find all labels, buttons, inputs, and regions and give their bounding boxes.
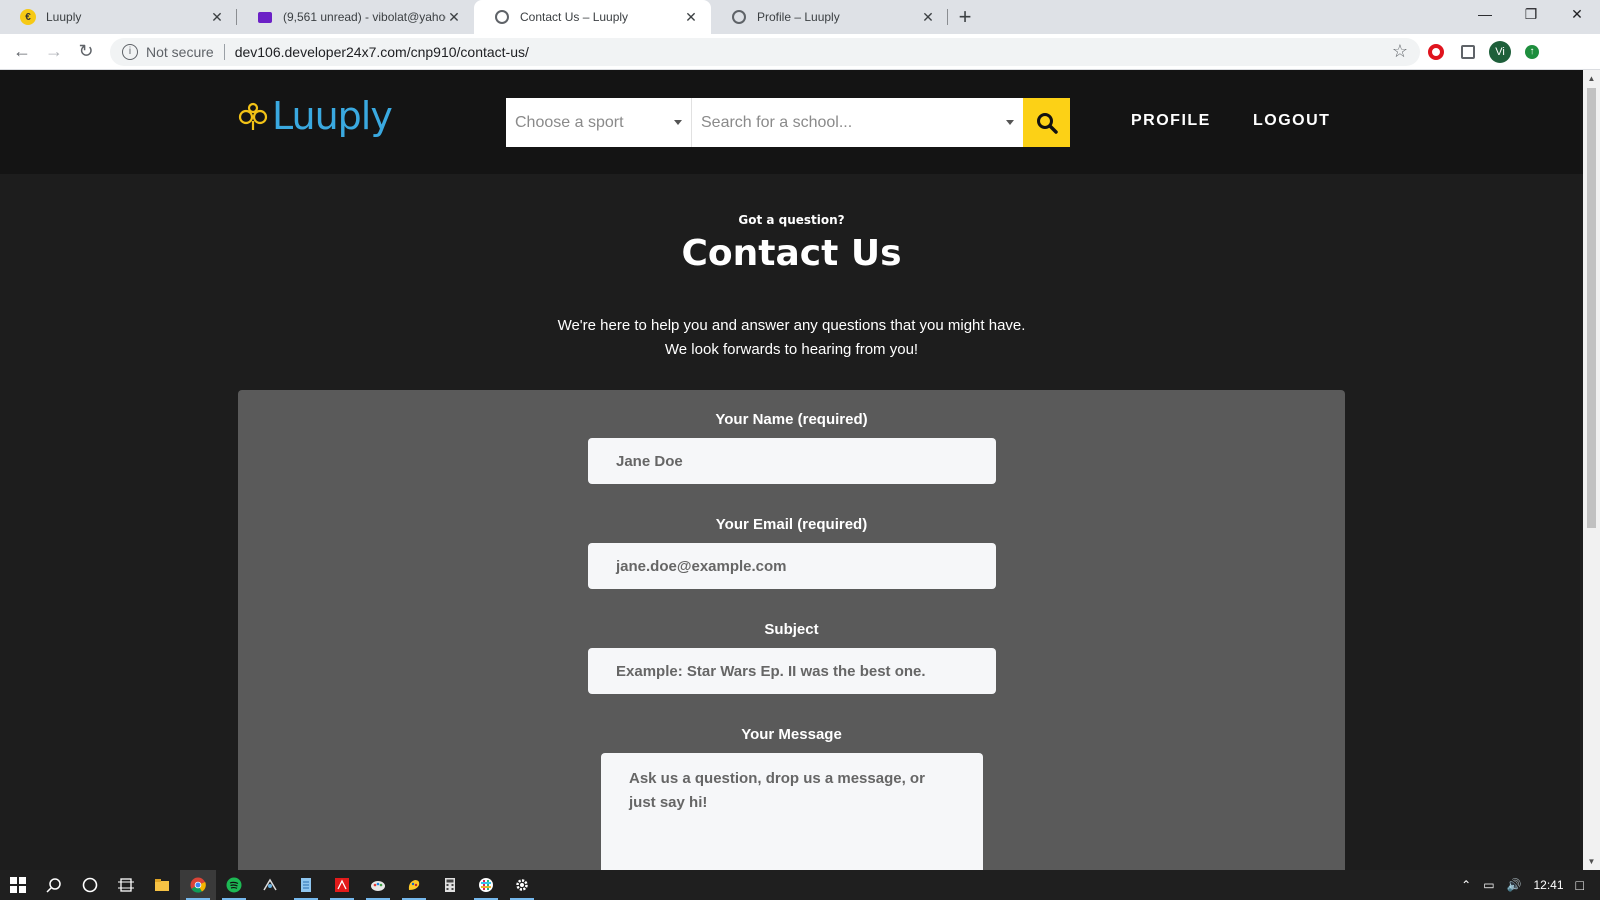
message-field[interactable]: Ask us a question, drop us a message, or… [601, 753, 983, 870]
browser-tab-strip: € Luuply ✕ (9,561 unread) - vibolat@yaho… [0, 0, 1600, 34]
window-controls: — ❐ ✕ [1462, 0, 1600, 30]
close-icon[interactable]: ✕ [446, 9, 462, 26]
bookmark-star-icon[interactable]: ☆ [1392, 41, 1408, 62]
close-icon[interactable]: ✕ [209, 9, 225, 26]
battery-icon[interactable]: ▭ [1477, 878, 1500, 892]
spotify-icon[interactable] [216, 870, 252, 900]
system-tray: ⌃ ▭ 🔊 12:41 □ [1455, 870, 1600, 900]
opera-extension-icon[interactable] [1420, 43, 1452, 60]
paint-icon[interactable] [360, 870, 396, 900]
search-button[interactable] [1023, 98, 1070, 147]
tab-contact-us[interactable]: Contact Us – Luuply ✕ [474, 0, 711, 34]
forward-arrow-icon[interactable]: → [38, 41, 70, 62]
message-label: Your Message [741, 726, 842, 743]
tab-mail[interactable]: (9,561 unread) - vibolat@yahoo.com ✕ [237, 0, 474, 34]
chevron-up-icon[interactable]: ⌃ [1455, 878, 1477, 892]
close-icon[interactable]: ✕ [683, 9, 699, 26]
browser-toolbar: ← → ↻ i Not secure dev106.developer24x7.… [0, 34, 1600, 70]
logo-knot-icon [238, 102, 268, 130]
contact-form: Your Name (required) Jane Doe Your Email… [238, 390, 1345, 870]
search-icon [1036, 112, 1058, 134]
mail-icon [257, 9, 273, 25]
security-label: Not secure [146, 43, 214, 60]
close-window-button[interactable]: ✕ [1554, 0, 1600, 30]
reload-icon[interactable]: ↻ [70, 41, 102, 62]
slack-icon[interactable] [468, 870, 504, 900]
acrobat-icon[interactable] [324, 870, 360, 900]
close-icon[interactable]: ✕ [920, 9, 936, 26]
volume-icon[interactable]: 🔊 [1501, 878, 1528, 892]
windows-start-icon[interactable] [0, 870, 36, 900]
sport-select-value: Choose a sport [515, 113, 624, 131]
profile-avatar[interactable]: Vi [1484, 40, 1516, 63]
tab-title: Luuply [46, 10, 82, 24]
url-text[interactable]: dev106.developer24x7.com/cnp910/contact-… [235, 44, 1392, 60]
new-tab-button[interactable]: + [948, 0, 982, 34]
name-field[interactable]: Jane Doe [588, 438, 996, 484]
scroll-up-arrow-icon[interactable]: ▲ [1583, 74, 1600, 83]
notification-icon[interactable]: □ [1570, 877, 1600, 893]
nav-logout-link[interactable]: LOGOUT [1253, 112, 1330, 130]
logo-text: Luuply [272, 94, 393, 138]
info-icon[interactable]: i [122, 43, 138, 60]
email-placeholder: jane.doe@example.com [616, 557, 787, 575]
school-search-input[interactable]: Search for a school... [692, 98, 1023, 147]
windows-taskbar: ⌃ ▭ 🔊 12:41 □ [0, 870, 1600, 900]
tab-title: (9,561 unread) - vibolat@yahoo.com [283, 10, 446, 24]
luuply-favicon-icon: € [20, 9, 36, 25]
minimize-button[interactable]: — [1462, 0, 1508, 30]
site-header: Luuply Choose a sport Search for a schoo… [0, 70, 1583, 174]
notepad-icon[interactable] [288, 870, 324, 900]
globe-icon [731, 9, 747, 25]
task-view-icon[interactable] [108, 870, 144, 900]
tab-profile[interactable]: Profile – Luuply ✕ [711, 0, 948, 34]
scrollbar-thumb[interactable] [1587, 88, 1596, 528]
chevron-down-icon [1006, 120, 1014, 125]
calculator-icon[interactable] [432, 870, 468, 900]
file-explorer-icon[interactable] [144, 870, 180, 900]
search-icon[interactable] [36, 870, 72, 900]
back-arrow-icon[interactable]: ← [6, 41, 38, 62]
chevron-down-icon [674, 120, 682, 125]
address-bar[interactable]: i Not secure dev106.developer24x7.com/cn… [110, 37, 1420, 66]
subject-placeholder: Example: Star Wars Ep. II was the best o… [616, 662, 926, 680]
tab-title: Profile – Luuply [757, 10, 840, 24]
page-scrollbar[interactable]: ▲ ▼ [1583, 70, 1600, 870]
email-label: Your Email (required) [715, 516, 868, 533]
cortana-icon[interactable] [72, 870, 108, 900]
sport-select[interactable]: Choose a sport [506, 98, 692, 147]
intro-line-1: We're here to help you and answer any qu… [557, 317, 1026, 334]
paint3d-icon[interactable] [396, 870, 432, 900]
intro-line-2: We look forwards to hearing from you! [664, 341, 919, 358]
extension-puzzle-icon[interactable] [1452, 44, 1484, 59]
clock[interactable]: 12:41 [1528, 878, 1570, 892]
update-icon[interactable]: ↑ [1516, 44, 1548, 59]
page-title: Contact Us [681, 233, 902, 274]
subject-label: Subject [764, 621, 819, 638]
chrome-icon[interactable] [180, 870, 216, 900]
message-placeholder: Ask us a question, drop us a message, or… [629, 770, 925, 811]
nav-profile-link[interactable]: PROFILE [1131, 112, 1211, 130]
hero-intro: We're here to help you and answer any qu… [0, 314, 1583, 362]
restore-button[interactable]: ❐ [1508, 0, 1554, 30]
tab-title: Contact Us – Luuply [520, 10, 629, 24]
tab-luuply[interactable]: € Luuply ✕ [0, 0, 237, 34]
avatar-initials: Vi [1489, 40, 1511, 63]
school-search-bar: Choose a sport Search for a school... [506, 98, 1070, 147]
network-tool-icon[interactable] [252, 870, 288, 900]
page-viewport: Luuply Choose a sport Search for a schoo… [0, 70, 1583, 870]
settings-icon[interactable] [504, 870, 540, 900]
name-label: Your Name (required) [715, 411, 868, 428]
globe-icon [494, 9, 510, 25]
hero-eyebrow: Got a question? [738, 213, 845, 227]
scroll-down-arrow-icon[interactable]: ▼ [1583, 857, 1600, 866]
name-placeholder: Jane Doe [616, 452, 683, 470]
subject-field[interactable]: Example: Star Wars Ep. II was the best o… [588, 648, 996, 694]
school-search-placeholder: Search for a school... [701, 113, 853, 131]
email-field[interactable]: jane.doe@example.com [588, 543, 996, 589]
site-logo[interactable]: Luuply [236, 94, 393, 138]
divider [223, 43, 225, 60]
